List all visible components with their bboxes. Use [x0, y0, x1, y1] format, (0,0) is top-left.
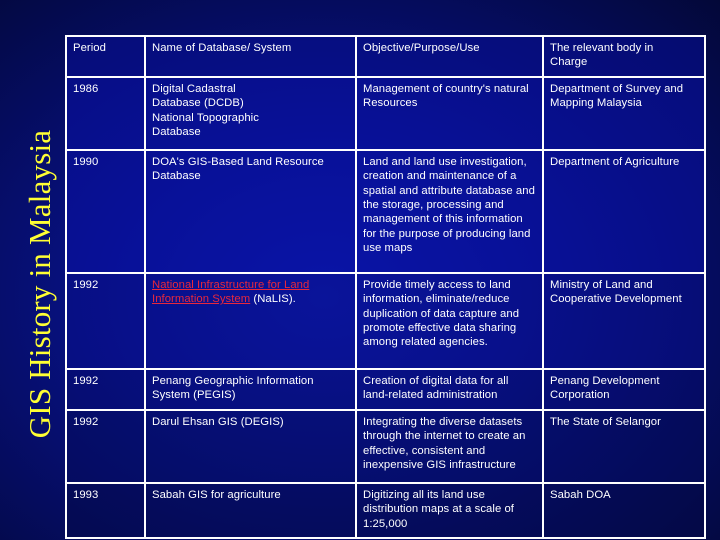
header-objective: Objective/Purpose/Use	[355, 35, 544, 78]
cell-objective: Land and land use investigation, creatio…	[355, 148, 544, 274]
cell-name: National Infrastructure for Land Informa…	[144, 271, 357, 370]
cell-body: Sabah DOA	[542, 481, 706, 540]
table-row: 1986 Digital Cadastral Database (DCDB) N…	[65, 75, 706, 151]
cell-body: Penang Development Corporation	[542, 367, 706, 411]
cell-objective: Digitizing all its land use distribution…	[355, 481, 544, 540]
cell-name-text: Penang Geographic Information System (PE…	[152, 374, 314, 402]
cell-name: DOA's GIS-Based Land Resource Database	[144, 148, 357, 274]
cell-period: 1990	[65, 148, 146, 274]
cell-body: Ministry of Land and Cooperative Develop…	[542, 271, 706, 370]
cell-objective-text: Digitizing all its land use distribution…	[363, 488, 514, 530]
cell-name-text: Digital Cadastral Database (DCDB) Nation…	[152, 82, 259, 139]
cell-body: Department of Agriculture	[542, 148, 706, 274]
table-row: 1992 Darul Ehsan GIS (DEGIS) Integrating…	[65, 408, 706, 484]
header-body: The relevant body in Charge	[542, 35, 706, 78]
table-row: 1990 DOA's GIS-Based Land Resource Datab…	[65, 148, 706, 274]
cell-period: 1992	[65, 367, 146, 411]
table-row: 1992 Penang Geographic Information Syste…	[65, 367, 706, 411]
header-period: Period	[65, 35, 146, 78]
table-header-row: Period Name of Database/ System Objectiv…	[65, 35, 706, 78]
cell-objective: Provide timely access to land informatio…	[355, 271, 544, 370]
cell-body-text: Penang Development Corporation	[550, 374, 660, 402]
cell-period: 1993	[65, 481, 146, 540]
cell-name: Penang Geographic Information System (PE…	[144, 367, 357, 411]
cell-objective: Management of country's natural Resource…	[355, 75, 544, 151]
cell-objective: Creation of digital data for all land-re…	[355, 367, 544, 411]
header-name: Name of Database/ System	[144, 35, 357, 78]
cell-name-suffix: (NaLIS).	[250, 293, 296, 306]
cell-period: 1992	[65, 271, 146, 370]
cell-name: Digital Cadastral Database (DCDB) Nation…	[144, 75, 357, 151]
cell-name: Darul Ehsan GIS (DEGIS)	[144, 408, 357, 484]
slide-title: GIS History in Malaysia	[22, 129, 57, 439]
header-name-text: Name of Database/ System	[152, 42, 292, 54]
cell-body: The State of Selangor	[542, 408, 706, 484]
table-row: 1992 National Infrastructure for Land In…	[65, 271, 706, 370]
cell-body: Department of Survey and Mapping Malaysi…	[542, 75, 706, 151]
slide: GIS History in Malaysia Period Name of D…	[0, 0, 720, 540]
gis-history-table: Period Name of Database/ System Objectiv…	[65, 35, 706, 540]
table-row: 1993 Sabah GIS for agriculture Digitizin…	[65, 481, 706, 540]
cell-name: Sabah GIS for agriculture	[144, 481, 357, 540]
cell-period: 1986	[65, 75, 146, 151]
cell-objective: Integrating the diverse datasets through…	[355, 408, 544, 484]
header-body-text: The relevant body in Charge	[550, 42, 654, 69]
cell-period: 1992	[65, 408, 146, 484]
